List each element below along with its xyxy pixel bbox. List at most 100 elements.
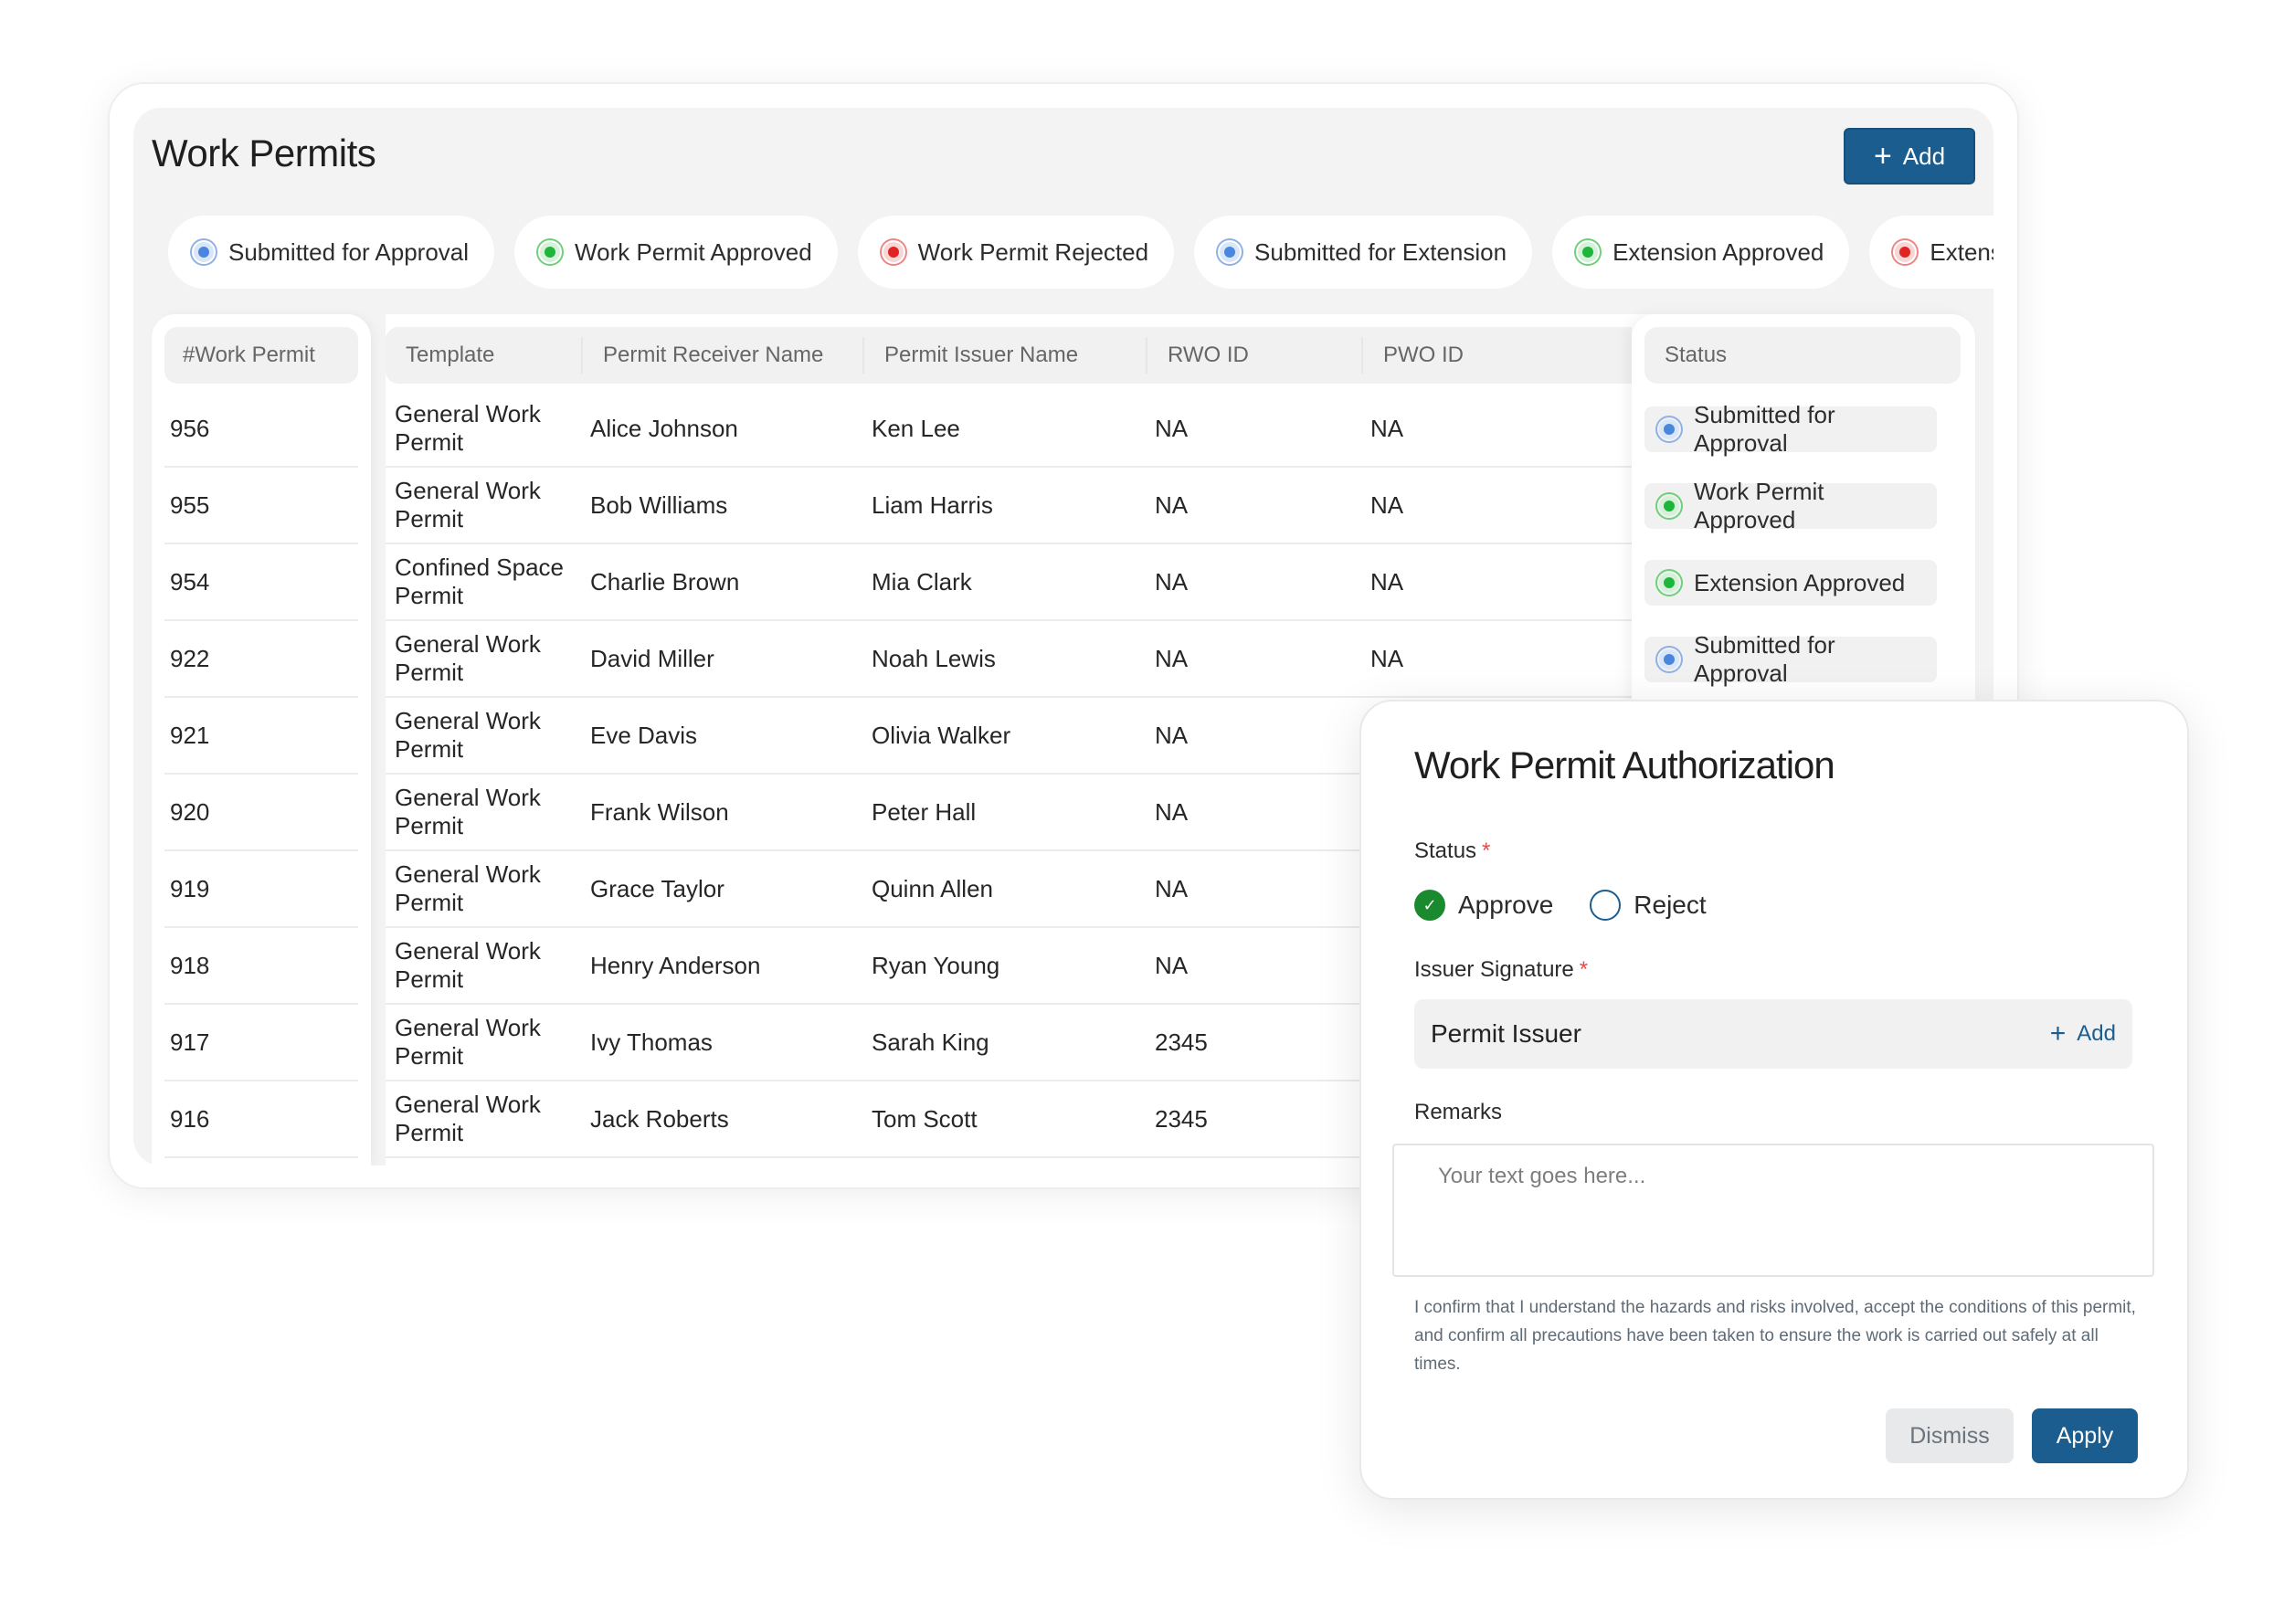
cell-template: General Work Permit [395, 860, 541, 916]
cell-rwo-id: NA [1155, 567, 1189, 596]
table-row[interactable]: 955 [164, 468, 358, 544]
status-badge[interactable]: Work Permit Approved [1644, 478, 1937, 533]
issuer-signature-field[interactable]: Permit Issuer + Add [1414, 999, 2132, 1069]
cell-issuer-name: Ryan Young [872, 951, 1000, 979]
cell-template: General Work Permit [395, 1091, 541, 1146]
signature-label-text: Issuer Signature [1414, 957, 1574, 982]
header-receiver[interactable]: Permit Receiver Name [581, 337, 862, 374]
add-permit-button[interactable]: + Add [1844, 128, 1975, 185]
filter-chip[interactable]: Submitted for Approval [168, 216, 495, 289]
filter-chip[interactable]: Work Permit Approved [514, 216, 838, 289]
table-row[interactable]: 921 [164, 698, 358, 775]
table-row[interactable]: 956 [164, 391, 358, 468]
apply-button[interactable]: Apply [2032, 1408, 2138, 1463]
table-row[interactable]: 916 [164, 1081, 358, 1158]
status-dot-icon [881, 240, 905, 264]
status-badge[interactable]: Submitted for Approval [1644, 401, 1937, 457]
cell-permit-id: 918 [170, 951, 210, 979]
status-dot-icon [192, 240, 216, 264]
reject-label[interactable]: Reject [1634, 891, 1706, 920]
table-row[interactable]: 918 [164, 928, 358, 1005]
signature-value: Permit Issuer [1431, 1019, 1581, 1048]
cell-template: General Work Permit [395, 630, 541, 686]
cell-receiver-name: Jack Roberts [590, 1104, 729, 1133]
cell-permit-id: 954 [170, 567, 210, 596]
status-dot-icon [538, 240, 563, 264]
cell-template: General Work Permit [395, 784, 541, 839]
approve-radio[interactable]: ✓ [1414, 890, 1445, 921]
dismiss-button[interactable]: Dismiss [1886, 1408, 2014, 1463]
cell-permit-id: 917 [170, 1028, 210, 1056]
table-row[interactable]: 919 [164, 851, 358, 928]
filter-chip-label: Work Permit Rejected [917, 237, 1149, 266]
cell-issuer-name: Tom Scott [872, 1104, 978, 1133]
approve-label[interactable]: Approve [1458, 891, 1553, 920]
cell-receiver-name: Henry Anderson [590, 951, 761, 979]
cell-permit-id: 916 [170, 1104, 210, 1133]
signature-field-label: Issuer Signature * [1414, 957, 1588, 983]
status-badge-label: Extension Approved [1694, 568, 1906, 596]
status-dot-icon [1657, 648, 1681, 671]
status-badge[interactable]: Submitted for Approval [1644, 631, 1937, 687]
status-badge[interactable]: Extension Approved [1644, 560, 1937, 606]
cell-receiver-name: Eve Davis [590, 721, 698, 749]
cell-template: General Work Permit [395, 937, 541, 993]
remarks-textarea[interactable] [1392, 1144, 2154, 1277]
table-row[interactable]: 922 [164, 621, 358, 698]
cell-template: General Work Permit [395, 400, 541, 456]
cell-rwo-id: NA [1155, 414, 1189, 442]
add-signature-button[interactable]: + Add [2050, 1020, 2116, 1048]
cell-pwo-id: NA [1370, 644, 1404, 672]
cell-rwo-id: NA [1155, 644, 1189, 672]
filter-chip-label: Extension [1930, 237, 1993, 266]
cell-permit-id: 919 [170, 874, 210, 902]
cell-receiver-name: Charlie Brown [590, 567, 740, 596]
cell-permit-id: 956 [170, 414, 210, 442]
status-badge-label: Work Permit Approved [1694, 478, 1824, 533]
status-dot-icon [1657, 571, 1681, 595]
status-radio-group: ✓ Approve Reject [1414, 890, 1743, 921]
cell-rwo-id: NA [1155, 490, 1189, 519]
table-row[interactable]: 954 [164, 544, 358, 621]
cell-issuer-name: Peter Hall [872, 797, 977, 826]
cell-permit-id: 921 [170, 721, 210, 749]
cell-issuer-name: Noah Lewis [872, 644, 996, 672]
cell-rwo-id: NA [1155, 721, 1189, 749]
table-row[interactable]: 920 [164, 775, 358, 851]
cell-template: General Work Permit [395, 1014, 541, 1070]
plus-icon: + [2049, 1018, 2067, 1049]
status-row: Extension Approved [1632, 544, 1975, 621]
status-row: Work Permit Approved [1632, 468, 1975, 544]
filter-chip-label: Extension Approved [1613, 237, 1824, 266]
plus-icon: + [1873, 139, 1892, 174]
cell-template: Confined Space Permit [395, 554, 565, 609]
status-dot-icon [1657, 494, 1681, 518]
cell-rwo-id: 2345 [1155, 1028, 1208, 1056]
filter-chip[interactable]: Extension [1869, 216, 1993, 289]
cell-template: General Work Permit [395, 477, 541, 533]
filter-chip[interactable]: Work Permit Rejected [857, 216, 1175, 289]
status-badge-label: Submitted for Approval [1694, 401, 1835, 457]
cell-receiver-name: Grace Taylor [590, 874, 724, 902]
cell-rwo-id: 2345 [1155, 1104, 1208, 1133]
status-field-label: Status * [1414, 838, 1490, 864]
cell-receiver-name: Alice Johnson [590, 414, 738, 442]
cell-rwo-id: NA [1155, 874, 1189, 902]
cell-template: General Work Permit [395, 707, 541, 763]
header-status[interactable]: Status [1644, 327, 1961, 384]
header-rwo-id[interactable]: RWO ID [1146, 337, 1361, 374]
cell-pwo-id: NA [1370, 414, 1404, 442]
header-pwo-id[interactable]: PWO ID [1361, 337, 1581, 374]
header-template[interactable]: Template [386, 337, 581, 374]
header-work-permit[interactable]: #Work Permit [164, 327, 358, 384]
table-row[interactable]: 917 [164, 1005, 358, 1081]
cell-pwo-id: NA [1370, 490, 1404, 519]
required-mark: * [1579, 957, 1589, 982]
remarks-label: Remarks [1414, 1100, 1503, 1124]
filter-chip[interactable]: Extension Approved [1552, 216, 1850, 289]
header-issuer[interactable]: Permit Issuer Name [862, 337, 1146, 374]
authorization-dialog: Work Permit Authorization Status * ✓ Appr… [1359, 700, 2189, 1500]
reject-radio[interactable] [1590, 890, 1622, 921]
status-badge-label: Submitted for Approval [1694, 631, 1835, 687]
filter-chip[interactable]: Submitted for Extension [1194, 216, 1533, 289]
